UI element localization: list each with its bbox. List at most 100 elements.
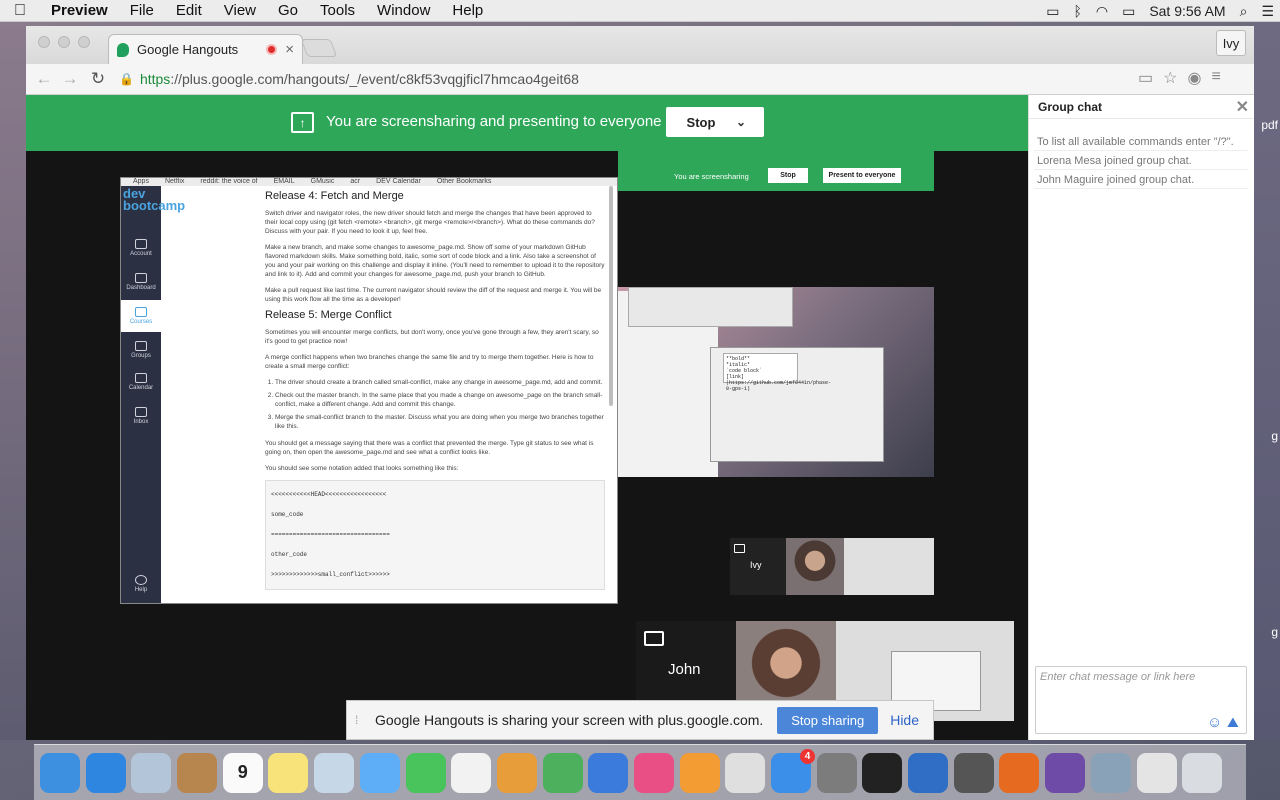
- tab-strip: Google Hangouts × Ivy: [26, 26, 1254, 64]
- sidebar-item-inbox: Inbox: [121, 400, 161, 432]
- chat-message: To list all available commands enter "/?…: [1034, 133, 1248, 151]
- dock-image-capture-icon[interactable]: [1090, 752, 1131, 793]
- notification-center-icon[interactable]: ☰: [1261, 3, 1274, 20]
- chat-message: Lorena Mesa joined group chat.: [1034, 152, 1248, 170]
- banner-text: You are screensharing and presenting to …: [326, 113, 662, 130]
- dock-keynote-icon[interactable]: [588, 752, 629, 793]
- dock-pages-icon[interactable]: [496, 752, 537, 793]
- camera-icon[interactable]: ▭: [1138, 68, 1153, 88]
- code-line: =================================: [271, 531, 390, 538]
- forward-arrow-icon[interactable]: →: [58, 68, 82, 90]
- zoom-window-button[interactable]: [78, 36, 90, 48]
- close-tab-icon[interactable]: ×: [285, 41, 294, 58]
- dock-facetime-icon[interactable]: [405, 752, 446, 793]
- dock-itunes-icon[interactable]: [633, 752, 674, 793]
- chrome-menu-icon[interactable]: ≡: [1211, 68, 1220, 88]
- drag-handle-icon[interactable]: ⁞: [355, 713, 369, 727]
- participant-thumbnail-ivy[interactable]: Ivy: [730, 538, 934, 595]
- close-window-button[interactable]: [38, 36, 50, 48]
- tab-google-hangouts[interactable]: Google Hangouts ×: [108, 34, 303, 64]
- menu-go[interactable]: Go: [267, 2, 309, 19]
- spotlight-icon[interactable]: ⌕: [1240, 3, 1248, 20]
- bookmark-item: GMusic: [310, 178, 335, 185]
- paragraph: Make a pull request like last time. The …: [265, 287, 602, 303]
- address-bar[interactable]: 🔒 https://plus.google.com/hangouts/_/eve…: [119, 67, 1179, 91]
- url-path: ://plus.google.com/hangouts/_/event/c8kf…: [170, 71, 579, 87]
- desktop-right-edge: pdf g g: [1254, 22, 1280, 740]
- emoji-icon[interactable]: ☺: [1207, 714, 1222, 731]
- menu-view[interactable]: View: [213, 2, 267, 19]
- code-line: >>>>>>>>>>>>>small_conflict>>>>>>: [271, 571, 390, 578]
- dock-app-store-icon[interactable]: 4: [771, 748, 815, 793]
- desktop-fragment: g: [1271, 429, 1278, 443]
- battery-icon[interactable]: ▭: [1122, 3, 1135, 20]
- dock-messages-icon[interactable]: [359, 752, 400, 793]
- extension-icon[interactable]: ◉: [1187, 68, 1201, 88]
- desktop-left-edge: [0, 22, 26, 740]
- hide-link[interactable]: Hide: [890, 712, 919, 728]
- dock-notes-icon[interactable]: [268, 752, 309, 793]
- menu-file[interactable]: File: [119, 2, 165, 19]
- mirrored-present-button: Present to everyone: [823, 168, 901, 183]
- dock-calendar-icon[interactable]: 9: [222, 752, 263, 793]
- airplay-icon[interactable]: ▭: [1046, 3, 1059, 20]
- mirrored-terminal: **bold** *italic* `code block` [link](ht…: [723, 353, 831, 392]
- menu-app-name[interactable]: Preview: [40, 2, 119, 19]
- wifi-icon[interactable]: ◠: [1096, 3, 1108, 20]
- dock-sublime-text-icon[interactable]: [953, 752, 994, 793]
- dock-github-icon[interactable]: [1045, 752, 1086, 793]
- stop-presenting-button[interactable]: Stop ⌄: [666, 107, 764, 137]
- dock-ibooks-icon[interactable]: [679, 752, 720, 793]
- dock-trash-icon[interactable]: [1182, 752, 1223, 793]
- dock-safari-icon[interactable]: [85, 752, 126, 793]
- heading-release-4: Release 4: Fetch and Merge: [265, 190, 404, 202]
- back-arrow-icon[interactable]: ←: [32, 68, 56, 90]
- dock-downloads-icon[interactable]: [1136, 752, 1177, 793]
- dock-finder-icon[interactable]: [40, 752, 80, 793]
- menu-window[interactable]: Window: [366, 2, 441, 19]
- paragraph: Sometimes you will encounter merge confl…: [265, 329, 599, 345]
- code-line: <<<<<<<<<<<HEAD<<<<<<<<<<<<<<<<<: [271, 491, 387, 498]
- dock-mail-icon[interactable]: [131, 752, 172, 793]
- dock-chrome-icon[interactable]: [725, 752, 766, 793]
- dock-system-preferences-icon[interactable]: [816, 752, 857, 793]
- dock-terminal-icon[interactable]: [862, 752, 903, 793]
- menu-edit[interactable]: Edit: [165, 2, 213, 19]
- attach-image-icon[interactable]: ⛰: [1227, 714, 1239, 731]
- menu-clock[interactable]: Sat 9:56 AM: [1149, 3, 1225, 19]
- dock-contacts-icon[interactable]: [177, 752, 218, 793]
- bluetooth-icon[interactable]: ᛒ: [1073, 3, 1081, 19]
- stop-sharing-button[interactable]: Stop sharing: [777, 706, 879, 734]
- list-item: The driver should create a branch called…: [275, 378, 605, 387]
- menu-help[interactable]: Help: [441, 2, 494, 19]
- dock-firefox-icon[interactable]: [999, 752, 1040, 793]
- participant-name: John: [668, 661, 701, 678]
- dock-photos-icon[interactable]: [451, 752, 492, 793]
- dock-wunderlist-icon[interactable]: [908, 752, 949, 793]
- dock-preview-icon[interactable]: [314, 752, 355, 793]
- present-icon: [734, 544, 745, 553]
- shared-screen-document: Apps Netflix reddit: the voice of EMAIL …: [120, 177, 618, 604]
- menu-tools[interactable]: Tools: [309, 2, 366, 19]
- list-item: Check out the master branch. In the same…: [275, 391, 605, 409]
- profile-button[interactable]: Ivy: [1216, 30, 1246, 56]
- apple-menu-icon[interactable]: : [0, 2, 40, 20]
- reload-icon[interactable]: ↻: [86, 68, 110, 90]
- code-line: other_code: [271, 551, 308, 558]
- sidebar-item-courses: Courses: [121, 300, 161, 332]
- bookmark-star-icon[interactable]: ☆: [1163, 68, 1177, 88]
- sidebar-item-groups: Groups: [121, 334, 161, 366]
- group-chat-panel: Group chat ✕ To list all available comma…: [1028, 95, 1254, 740]
- share-notice-text: Google Hangouts is sharing your screen w…: [375, 712, 764, 728]
- mirrored-screen: **bold** *italic* `code block` [link](ht…: [618, 287, 934, 477]
- mirrored-banner: You are screensharing Stop Present to ev…: [618, 151, 934, 191]
- chevron-down-icon[interactable]: ⌄: [736, 115, 746, 129]
- list-item: Merge the small-conflict branch to the m…: [275, 413, 605, 431]
- participant-name: Ivy: [750, 560, 762, 570]
- new-tab-button[interactable]: [300, 39, 338, 57]
- bookmark-item: EMAIL: [273, 178, 295, 185]
- minimize-window-button[interactable]: [58, 36, 70, 48]
- close-icon[interactable]: ✕: [1236, 97, 1249, 117]
- dock-numbers-icon[interactable]: [542, 752, 583, 793]
- notification-badge: 4: [800, 748, 815, 764]
